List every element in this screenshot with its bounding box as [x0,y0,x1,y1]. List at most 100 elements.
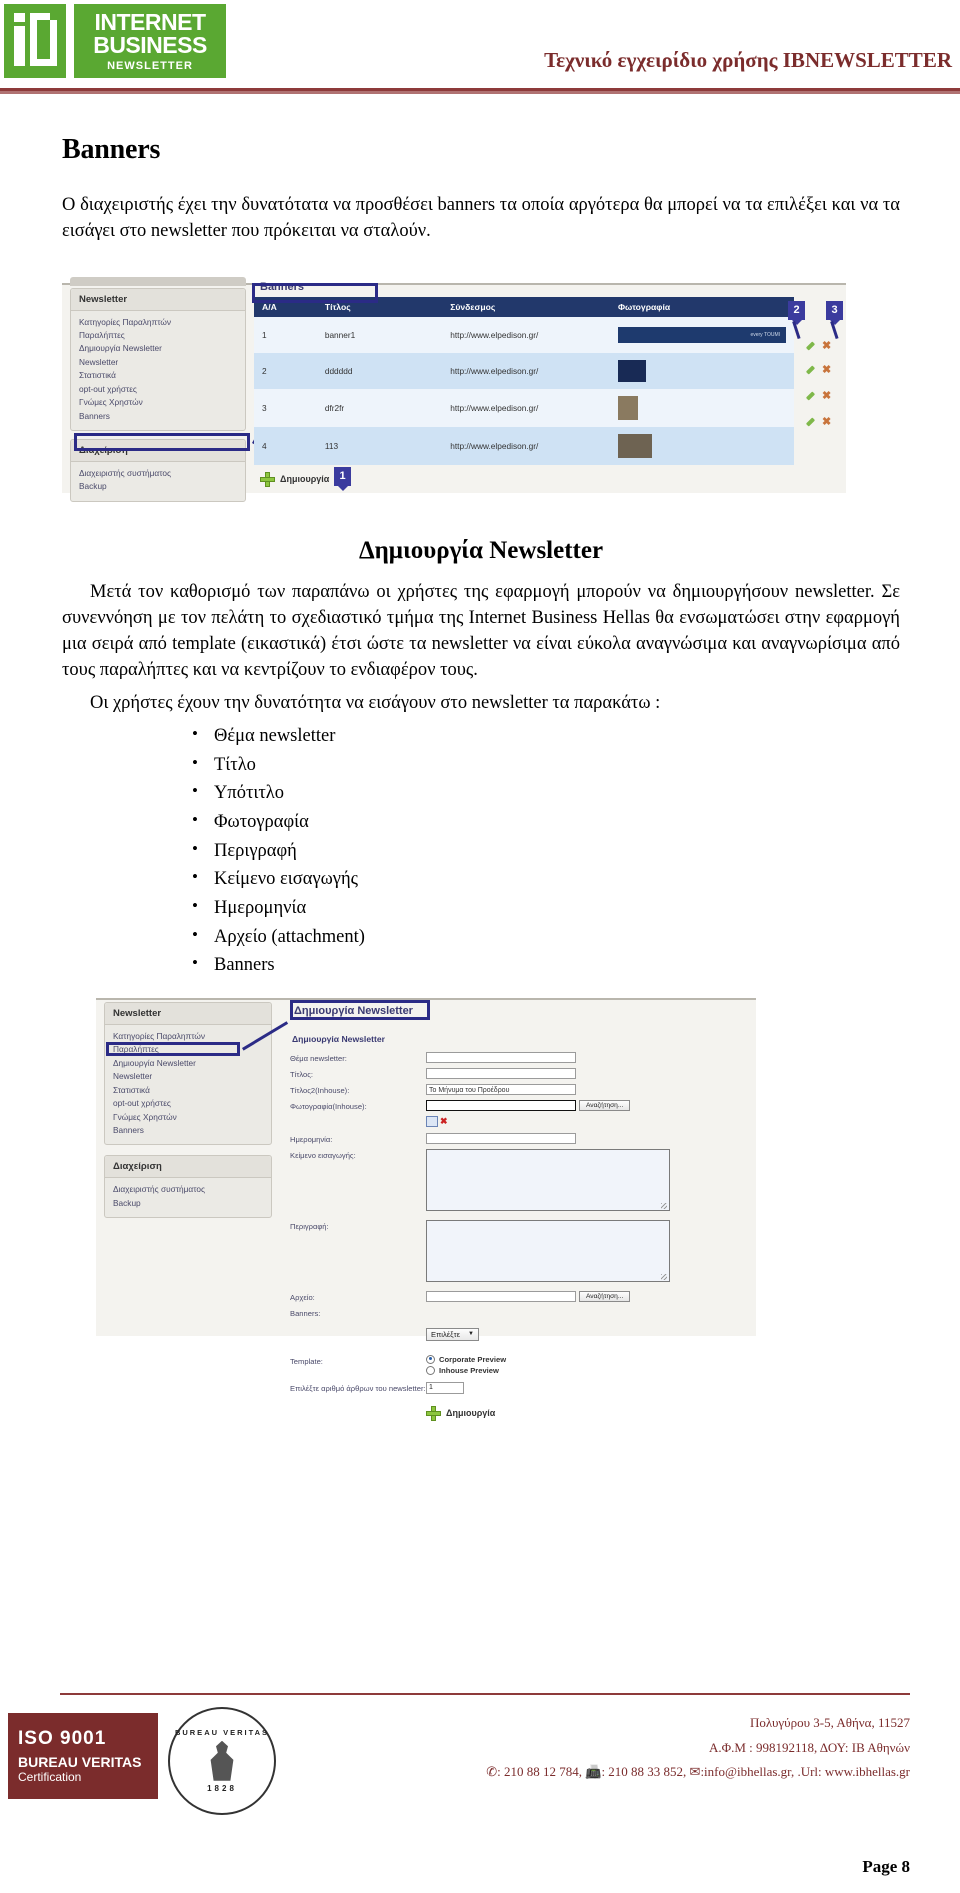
sidebar-item-user-opinions[interactable]: Γνώμες Χρηστών [113,1111,263,1124]
sidebar-item-system-admin[interactable]: Διαχειριστής συστήματος [79,467,237,480]
edit-pencil-icon[interactable] [805,390,816,401]
chevron-down-icon: ▼ [467,1331,474,1338]
sidebar-item-statistics[interactable]: Στατιστικά [113,1084,263,1097]
sidebar-item-user-opinions[interactable]: Γνώμες Χρηστών [79,396,237,409]
plus-icon [426,1405,441,1421]
col-photo: Φωτογραφία [610,296,794,317]
sidebar-item-optout-users[interactable]: opt-out χρήστες [113,1097,263,1110]
list-item: Αρχείο (attachment) [192,922,900,952]
textarea-description[interactable] [426,1219,670,1282]
delete-icon[interactable]: ✖ [822,340,831,351]
field-row-description: Περιγραφή: [290,1219,750,1282]
label-description: Περιγραφή: [290,1221,329,1231]
highlight-sidebar-banners [74,432,250,451]
input-article-count[interactable]: 1 [426,1381,464,1394]
cell-title: 113 [316,426,443,465]
input-title2[interactable]: Το Μήνυμα του Προέδρου [426,1083,576,1095]
table-row[interactable]: 2 dddddd http://www.elpedison.gr/ [254,352,794,389]
sidebar-item-backup[interactable]: Backup [113,1197,263,1210]
label-intro-text: Κείμενο εισαγωγής: [290,1150,356,1160]
row-actions: ✖ [805,357,831,383]
edit-pencil-icon[interactable] [805,416,816,427]
callout-3: 3 [826,300,843,325]
input-title[interactable] [426,1067,576,1079]
ib-monogram-icon [4,4,66,78]
newsletter-form: Δημιουργία Newsletter Δημιουργία Newslet… [290,1002,750,1421]
cell-title: dddddd [316,352,443,389]
delete-icon[interactable]: ✖ [822,364,831,375]
edit-pencil-icon[interactable] [805,364,816,375]
cell-aa: 2 [254,352,317,389]
plus-icon [260,471,275,487]
cell-photo [610,388,794,427]
sidebar-item-create-newsletter[interactable]: Δημιουργία Newsletter [79,342,237,355]
browse-photo-button[interactable]: Αναζήτηση... [579,1099,631,1111]
form-subtitle: Δημιουργία Newsletter [292,1033,385,1044]
sidebar-section-title-admin: Διαχείριση [105,1156,271,1179]
iso-certification-logo: ISO 9001 BUREAU VERITAS Certification [8,1713,158,1799]
delete-icon[interactable]: ✖ [822,390,831,401]
row-actions: ✖ [805,409,831,435]
field-row-intro-text: Κείμενο εισαγωγής: [290,1148,750,1211]
photo-thumbnail [618,359,646,382]
input-subject[interactable] [426,1051,576,1063]
submit-create-newsletter-button[interactable]: Δημιουργία [426,1405,750,1421]
list-item: Ημερομηνία [192,893,900,923]
field-row-banners: Banners: [290,1307,750,1318]
sidebar-item-newsletter[interactable]: Newsletter [79,356,237,369]
sidebar-item-categories[interactable]: Κατηγορίες Παραληπτών [79,316,237,329]
delete-icon[interactable]: ✖ [822,416,831,427]
table-row[interactable]: 3 dfr2fr http://www.elpedison.gr/ [254,388,794,427]
textarea-intro-text[interactable] [426,1148,670,1211]
sidebar-item-recipients[interactable]: Παραλήπτες [79,329,237,342]
remove-photo-icon[interactable]: ✖ [440,1116,448,1127]
row-actions: ✖ [805,383,831,409]
banner-select[interactable]: Επιλέξτε ▼ [426,1327,479,1341]
label-banners: Banners: [290,1308,321,1318]
edit-pencil-icon[interactable] [805,340,816,351]
label-title2: Τίτλος2(Inhouse): [290,1085,350,1095]
label-title: Τίτλος: [290,1069,313,1079]
label-article-count: Επιλέξτε αριθμό άρθρων του newsletter: [290,1383,426,1393]
radio-inhouse-preview[interactable]: Inhouse Preview [426,1365,506,1375]
table-row[interactable]: 1 banner1 http://www.elpedison.gr/ every… [254,316,794,353]
input-photo-inhouse[interactable] [426,1099,576,1111]
footer-contact: ✆: 210 88 12 784, 📠: 210 88 33 852, ✉:in… [486,1764,910,1780]
sidebar-item-backup[interactable]: Backup [79,480,237,493]
cell-title: banner1 [316,316,443,353]
browse-file-button[interactable]: Αναζήτηση... [579,1290,631,1302]
footer-tax: Α.Φ.Μ : 998192118, ΔΟΥ: ΙΒ Αθηνών [708,1739,910,1755]
radio-icon[interactable] [426,1365,435,1375]
banner-thumbnail: every TOUMI [618,326,786,343]
field-row-title: Τίτλος: [290,1067,750,1079]
cell-link: http://www.elpedison.gr/ [442,352,610,389]
iso-line1: ISO 9001 [18,1728,107,1749]
resize-grip-icon[interactable] [661,1273,667,1280]
photo-thumbnail [618,395,638,420]
row-actions: ✖ [805,335,831,357]
sidebar-item-create-newsletter[interactable]: Δημιουργία Newsletter [113,1057,263,1070]
input-date[interactable] [426,1132,576,1144]
iso-line3: Certification [18,1770,82,1784]
page-number: Page 8 [862,1857,910,1876]
label-subject: Θέμα newsletter: [290,1053,347,1063]
sidebar-item-optout-users[interactable]: opt-out χρήστες [79,383,237,396]
sidebar-item-banners[interactable]: Banners [113,1124,263,1137]
logo-line1: INTERNET [94,8,207,35]
table-row[interactable]: 4 113 http://www.elpedison.gr/ [254,426,794,465]
sidebar-item-banners[interactable]: Banners [79,410,237,423]
sidebar-item-statistics[interactable]: Στατιστικά [79,369,237,382]
label-file: Αρχείο: [290,1292,315,1302]
photo-thumbnail [618,433,652,458]
resize-grip-icon[interactable] [661,1202,667,1209]
field-row-photo-inhouse: Φωτογραφία(Inhouse): Αναζήτηση... [290,1099,750,1111]
radio-corporate-preview[interactable]: Corporate Preview [426,1354,506,1364]
logo-line2: BUSINESS [93,31,207,58]
footer-address: Πολυγύρου 3-5, Αθήνα, 11527 [750,1715,910,1730]
input-file[interactable] [426,1290,576,1302]
screenshot1-main-pane: Banners A/A Τίτλος Σύνδεσμος Φωτογραφία … [254,277,838,487]
sidebar-item-newsletter[interactable]: Newsletter [113,1070,263,1083]
sidebar-item-system-admin[interactable]: Διαχειριστής συστήματος [113,1183,263,1196]
radio-icon[interactable] [426,1354,435,1364]
screenshot-create-newsletter-form: Newsletter Κατηγορίες Παραληπτών Παραλήπ… [62,997,900,1421]
